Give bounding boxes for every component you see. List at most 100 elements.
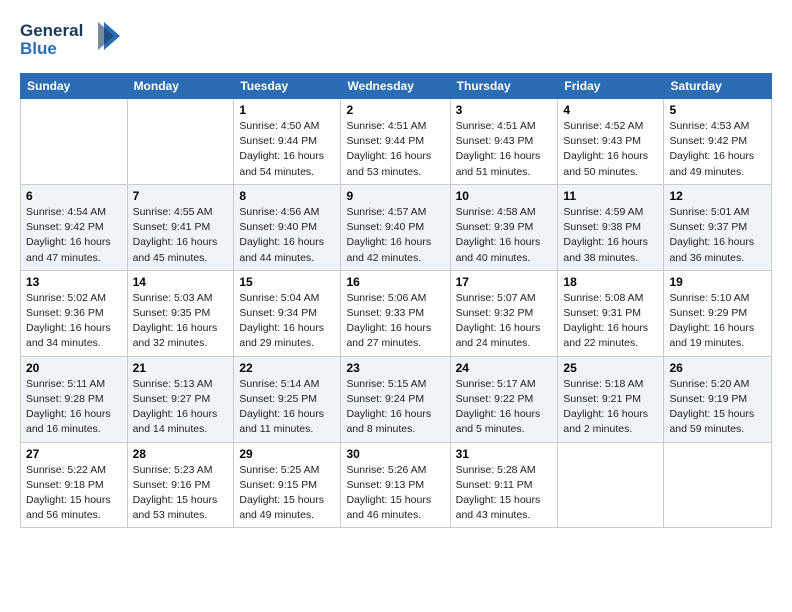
week-row-3: 13 Sunrise: 5:02 AMSunset: 9:36 PMDayligh…	[21, 270, 772, 356]
weekday-header-sunday: Sunday	[21, 74, 128, 99]
day-info: Sunrise: 4:53 AMSunset: 9:42 PMDaylight:…	[669, 119, 766, 180]
day-info: Sunrise: 4:58 AMSunset: 9:39 PMDaylight:…	[456, 205, 553, 266]
day-number: 24	[456, 361, 553, 375]
week-row-1: 1 Sunrise: 4:50 AMSunset: 9:44 PMDaylight…	[21, 99, 772, 185]
calendar-cell: 21 Sunrise: 5:13 AMSunset: 9:27 PMDayligh…	[127, 356, 234, 442]
day-info: Sunrise: 5:28 AMSunset: 9:11 PMDaylight:…	[456, 463, 553, 524]
day-number: 30	[346, 447, 444, 461]
day-number: 20	[26, 361, 122, 375]
calendar-cell: 5 Sunrise: 4:53 AMSunset: 9:42 PMDaylight…	[664, 99, 772, 185]
calendar-cell: 3 Sunrise: 4:51 AMSunset: 9:43 PMDaylight…	[450, 99, 558, 185]
day-number: 4	[563, 103, 658, 117]
day-info: Sunrise: 5:10 AMSunset: 9:29 PMDaylight:…	[669, 291, 766, 352]
day-info: Sunrise: 5:02 AMSunset: 9:36 PMDaylight:…	[26, 291, 122, 352]
day-info: Sunrise: 5:18 AMSunset: 9:21 PMDaylight:…	[563, 377, 658, 438]
calendar-cell: 8 Sunrise: 4:56 AMSunset: 9:40 PMDaylight…	[234, 184, 341, 270]
day-info: Sunrise: 5:11 AMSunset: 9:28 PMDaylight:…	[26, 377, 122, 438]
calendar-cell: 9 Sunrise: 4:57 AMSunset: 9:40 PMDaylight…	[341, 184, 450, 270]
day-number: 17	[456, 275, 553, 289]
calendar-cell: 1 Sunrise: 4:50 AMSunset: 9:44 PMDaylight…	[234, 99, 341, 185]
calendar-cell: 22Sunrise: 5:14 AMSunset: 9:25 PMDayligh…	[234, 356, 341, 442]
day-number: 13	[26, 275, 122, 289]
day-info: Sunrise: 4:54 AMSunset: 9:42 PMDaylight:…	[26, 205, 122, 266]
day-number: 14	[133, 275, 229, 289]
calendar-cell: 19Sunrise: 5:10 AMSunset: 9:29 PMDayligh…	[664, 270, 772, 356]
day-info: Sunrise: 5:20 AMSunset: 9:19 PMDaylight:…	[669, 377, 766, 438]
day-info: Sunrise: 5:01 AMSunset: 9:37 PMDaylight:…	[669, 205, 766, 266]
svg-text:General: General	[20, 21, 83, 40]
weekday-header-row: SundayMondayTuesdayWednesdayThursdayFrid…	[21, 74, 772, 99]
weekday-header-tuesday: Tuesday	[234, 74, 341, 99]
calendar-cell: 17Sunrise: 5:07 AMSunset: 9:32 PMDayligh…	[450, 270, 558, 356]
calendar-cell: 29 Sunrise: 5:25 AMSunset: 9:15 PMDayligh…	[234, 442, 341, 528]
day-number: 6	[26, 189, 122, 203]
day-number: 11	[563, 189, 658, 203]
day-number: 12	[669, 189, 766, 203]
day-number: 16	[346, 275, 444, 289]
day-info: Sunrise: 5:26 AMSunset: 9:13 PMDaylight:…	[346, 463, 444, 524]
day-info: Sunrise: 5:03 AMSunset: 9:35 PMDaylight:…	[133, 291, 229, 352]
day-number: 26	[669, 361, 766, 375]
calendar-cell	[558, 442, 664, 528]
day-info: Sunrise: 4:51 AMSunset: 9:44 PMDaylight:…	[346, 119, 444, 180]
day-info: Sunrise: 5:25 AMSunset: 9:15 PMDaylight:…	[239, 463, 335, 524]
day-info: Sunrise: 4:57 AMSunset: 9:40 PMDaylight:…	[346, 205, 444, 266]
week-row-4: 20 Sunrise: 5:11 AMSunset: 9:28 PMDayligh…	[21, 356, 772, 442]
calendar-cell: 23 Sunrise: 5:15 AMSunset: 9:24 PMDayligh…	[341, 356, 450, 442]
day-info: Sunrise: 4:55 AMSunset: 9:41 PMDaylight:…	[133, 205, 229, 266]
header: General Blue	[20, 16, 772, 65]
calendar-cell: 15Sunrise: 5:04 AMSunset: 9:34 PMDayligh…	[234, 270, 341, 356]
week-row-2: 6 Sunrise: 4:54 AMSunset: 9:42 PMDaylight…	[21, 184, 772, 270]
day-info: Sunrise: 4:50 AMSunset: 9:44 PMDaylight:…	[239, 119, 335, 180]
weekday-header-monday: Monday	[127, 74, 234, 99]
calendar-table: SundayMondayTuesdayWednesdayThursdayFrid…	[20, 73, 772, 528]
day-info: Sunrise: 5:08 AMSunset: 9:31 PMDaylight:…	[563, 291, 658, 352]
day-number: 31	[456, 447, 553, 461]
day-number: 7	[133, 189, 229, 203]
day-number: 29	[239, 447, 335, 461]
calendar-cell: 24Sunrise: 5:17 AMSunset: 9:22 PMDayligh…	[450, 356, 558, 442]
calendar-cell: 4Sunrise: 4:52 AMSunset: 9:43 PMDaylight…	[558, 99, 664, 185]
day-info: Sunrise: 5:06 AMSunset: 9:33 PMDaylight:…	[346, 291, 444, 352]
day-number: 8	[239, 189, 335, 203]
day-number: 27	[26, 447, 122, 461]
calendar-cell: 28Sunrise: 5:23 AMSunset: 9:16 PMDayligh…	[127, 442, 234, 528]
day-number: 5	[669, 103, 766, 117]
calendar-cell: 18Sunrise: 5:08 AMSunset: 9:31 PMDayligh…	[558, 270, 664, 356]
calendar-cell	[664, 442, 772, 528]
weekday-header-thursday: Thursday	[450, 74, 558, 99]
calendar-cell: 11 Sunrise: 4:59 AMSunset: 9:38 PMDayligh…	[558, 184, 664, 270]
day-number: 23	[346, 361, 444, 375]
day-number: 9	[346, 189, 444, 203]
logo-icon: General Blue	[20, 16, 130, 60]
day-number: 22	[239, 361, 335, 375]
day-info: Sunrise: 5:22 AMSunset: 9:18 PMDaylight:…	[26, 463, 122, 524]
day-info: Sunrise: 4:51 AMSunset: 9:43 PMDaylight:…	[456, 119, 553, 180]
day-number: 1	[239, 103, 335, 117]
calendar-cell: 31 Sunrise: 5:28 AMSunset: 9:11 PMDayligh…	[450, 442, 558, 528]
day-number: 10	[456, 189, 553, 203]
day-info: Sunrise: 4:56 AMSunset: 9:40 PMDaylight:…	[239, 205, 335, 266]
calendar-cell	[21, 99, 128, 185]
day-number: 2	[346, 103, 444, 117]
svg-text:Blue: Blue	[20, 39, 57, 58]
weekday-header-friday: Friday	[558, 74, 664, 99]
calendar-cell: 25 Sunrise: 5:18 AMSunset: 9:21 PMDayligh…	[558, 356, 664, 442]
day-number: 3	[456, 103, 553, 117]
calendar-cell: 13 Sunrise: 5:02 AMSunset: 9:36 PMDayligh…	[21, 270, 128, 356]
day-number: 25	[563, 361, 658, 375]
calendar-cell: 2 Sunrise: 4:51 AMSunset: 9:44 PMDaylight…	[341, 99, 450, 185]
day-info: Sunrise: 5:15 AMSunset: 9:24 PMDaylight:…	[346, 377, 444, 438]
calendar-cell: 6 Sunrise: 4:54 AMSunset: 9:42 PMDaylight…	[21, 184, 128, 270]
day-number: 21	[133, 361, 229, 375]
calendar-cell: 30 Sunrise: 5:26 AMSunset: 9:13 PMDayligh…	[341, 442, 450, 528]
calendar-cell: 7 Sunrise: 4:55 AMSunset: 9:41 PMDaylight…	[127, 184, 234, 270]
day-info: Sunrise: 4:59 AMSunset: 9:38 PMDaylight:…	[563, 205, 658, 266]
weekday-header-wednesday: Wednesday	[341, 74, 450, 99]
day-info: Sunrise: 5:04 AMSunset: 9:34 PMDaylight:…	[239, 291, 335, 352]
day-number: 28	[133, 447, 229, 461]
day-info: Sunrise: 5:13 AMSunset: 9:27 PMDaylight:…	[133, 377, 229, 438]
calendar-cell	[127, 99, 234, 185]
calendar-cell: 14 Sunrise: 5:03 AMSunset: 9:35 PMDayligh…	[127, 270, 234, 356]
calendar-cell: 16 Sunrise: 5:06 AMSunset: 9:33 PMDayligh…	[341, 270, 450, 356]
